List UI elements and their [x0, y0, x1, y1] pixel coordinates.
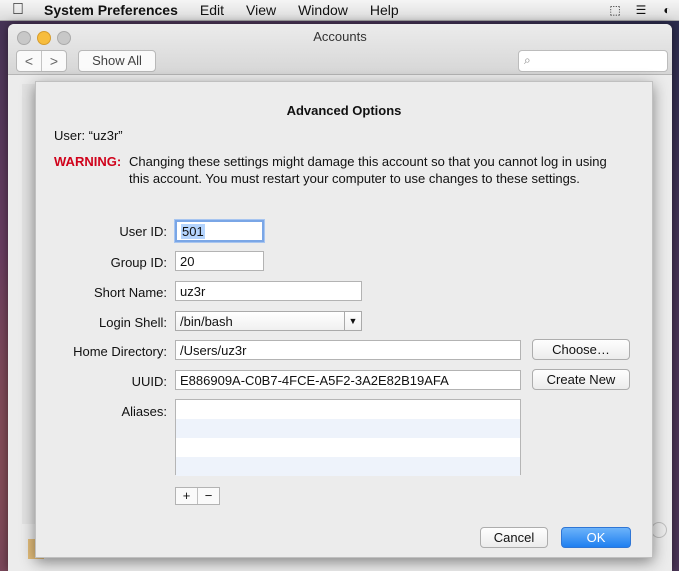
short-name-label: Short Name: — [94, 285, 167, 300]
chevron-down-icon: ▼ — [344, 312, 361, 330]
menu-edit[interactable]: Edit — [189, 0, 235, 20]
alias-controls: + − — [175, 487, 220, 505]
advanced-options-sheet: Advanced Options User: “uz3r” WARNING: C… — [35, 81, 653, 558]
color-picker-icon[interactable]: ◐ — [659, 2, 675, 18]
screen-selection-icon[interactable]: ⬚ — [607, 2, 623, 18]
menu-view[interactable]: View — [235, 0, 287, 20]
warning-label: WARNING: — [54, 154, 122, 169]
user-id-label: User ID: — [119, 224, 167, 239]
forward-button[interactable]: > — [42, 51, 66, 71]
login-shell-value: /bin/bash — [180, 314, 233, 329]
choose-button[interactable]: Choose… — [532, 339, 630, 360]
user-line: User: “uz3r” — [54, 128, 123, 143]
search-input[interactable]: ⌕ — [518, 50, 668, 72]
menu-bar:  System Preferences Edit View Window He… — [0, 0, 679, 21]
add-alias-button[interactable]: + — [176, 488, 198, 504]
uuid-label: UUID: — [131, 374, 167, 389]
aliases-list[interactable] — [175, 399, 521, 476]
menu-window[interactable]: Window — [287, 0, 359, 20]
list-item[interactable] — [176, 457, 520, 476]
short-name-field[interactable]: uz3r — [175, 281, 362, 301]
list-item[interactable] — [176, 438, 520, 457]
user-id-value: 501 — [181, 224, 205, 239]
menu-help[interactable]: Help — [359, 0, 410, 20]
uuid-field[interactable]: E886909A-C0B7-4FCE-A5F2-3A2E82B19AFA — [175, 370, 521, 390]
cancel-button[interactable]: Cancel — [480, 527, 548, 548]
warning-text: Changing these settings might damage thi… — [129, 154, 607, 186]
home-directory-label: Home Directory: — [73, 344, 167, 359]
ok-button[interactable]: OK — [561, 527, 631, 548]
list-item[interactable] — [176, 419, 520, 438]
list-item[interactable] — [176, 400, 520, 419]
sheet-title: Advanced Options — [286, 103, 402, 118]
group-id-field[interactable]: 20 — [175, 251, 264, 271]
aliases-label: Aliases: — [121, 404, 167, 419]
help-icon[interactable] — [651, 522, 667, 538]
back-button[interactable]: < — [17, 51, 42, 71]
search-icon: ⌕ — [524, 53, 531, 67]
window-title: Accounts — [313, 29, 367, 44]
user-id-field[interactable]: 501 — [175, 220, 264, 242]
menu-app-name[interactable]: System Preferences — [36, 0, 189, 20]
remove-alias-button[interactable]: − — [198, 488, 219, 504]
apple-menu-icon[interactable]:  — [0, 0, 36, 20]
show-all-button[interactable]: Show All — [78, 50, 156, 72]
status-icons: ⬚ ☰ ◐ — [607, 2, 675, 18]
nav-buttons: < > — [16, 50, 67, 72]
login-shell-select[interactable]: /bin/bash ▼ — [175, 311, 362, 331]
home-directory-field[interactable]: /Users/uz3r — [175, 340, 521, 360]
group-id-label: Group ID: — [110, 255, 167, 270]
notes-icon[interactable]: ☰ — [633, 2, 649, 18]
create-new-button[interactable]: Create New — [532, 369, 630, 390]
login-shell-label: Login Shell: — [99, 315, 167, 330]
window-titlebar: Accounts < > Show All ⌕ — [8, 24, 672, 75]
